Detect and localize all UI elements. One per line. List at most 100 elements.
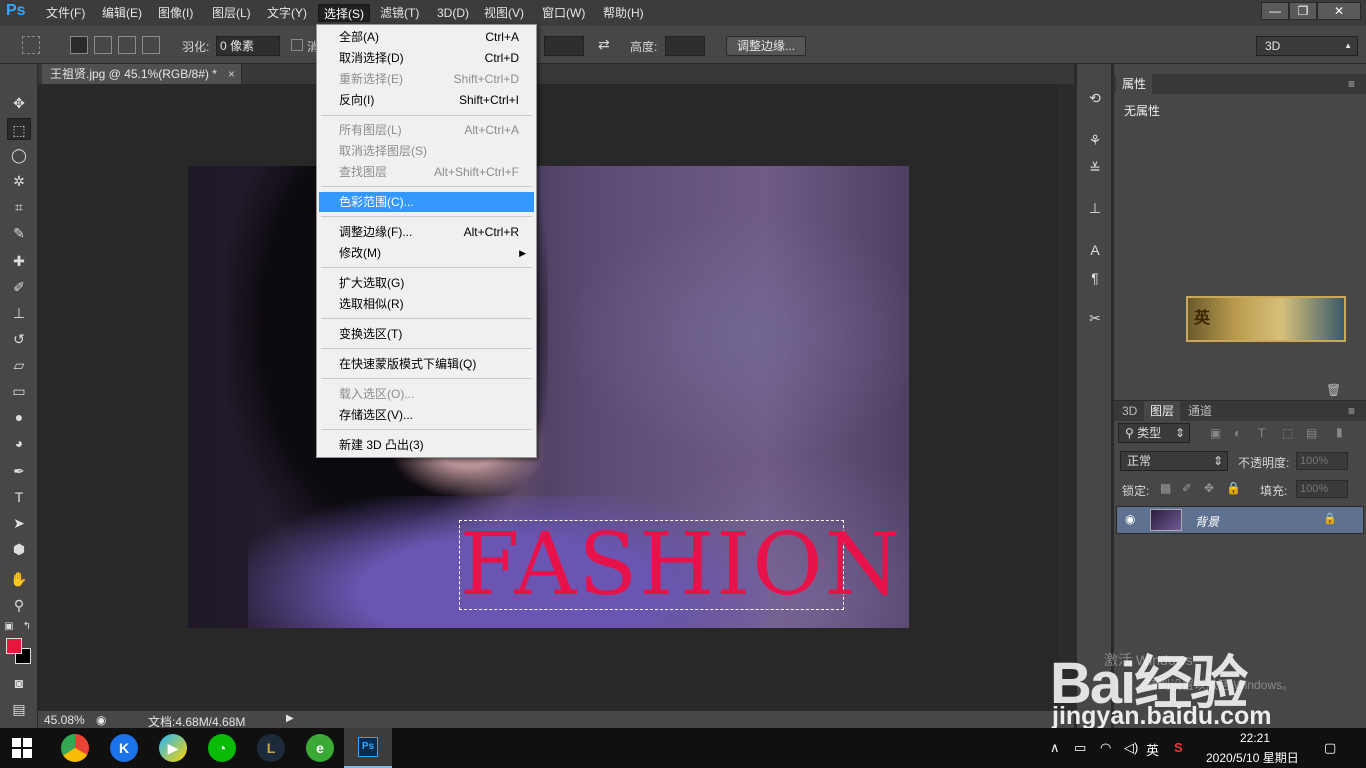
refine-edge-button[interactable]: 调整边缘... — [726, 36, 807, 56]
filter-toggle-icon[interactable]: ▮ — [1336, 425, 1343, 439]
lock-transparency-icon[interactable]: ▩ — [1160, 481, 1171, 495]
menu-item-find-layers[interactable]: 查找图层 Alt+Shift+Ctrl+F — [319, 162, 534, 182]
menu-layer[interactable]: 图层(L) — [207, 4, 256, 22]
menu-item-color-range[interactable]: 色彩范围(C)... — [319, 192, 534, 212]
document-image[interactable]: FASHION — [188, 166, 909, 628]
blend-mode-select[interactable]: 正常 ⇕ — [1120, 451, 1228, 471]
status-menu-arrow-icon[interactable]: ▶ — [286, 713, 294, 724]
layer-name[interactable]: 背景 — [1195, 513, 1219, 530]
filter-type-icon[interactable]: T — [1258, 426, 1265, 440]
quick-mask-icon[interactable]: ◙ — [7, 672, 31, 694]
move-tool-icon[interactable]: ✥ — [7, 92, 31, 114]
tab-3d[interactable]: 3D — [1116, 401, 1143, 421]
type-tool-icon[interactable]: T — [7, 486, 31, 508]
browser-icon[interactable]: e — [306, 734, 334, 762]
zoom-level[interactable]: 45.08% — [44, 713, 85, 727]
document-tab[interactable]: 王祖贤.jpg @ 45.1%(RGB/8#) * × — [42, 64, 242, 84]
tab-channels[interactable]: 通道 — [1182, 401, 1218, 421]
menu-item-modify[interactable]: 修改(M) ▶ — [319, 243, 534, 263]
windows-start-icon[interactable] — [12, 738, 32, 758]
feather-input[interactable]: 0 像素 — [216, 36, 280, 56]
clone-stamp-tool-icon[interactable]: ⊥ — [7, 302, 31, 324]
taskbar-photoshop[interactable]: Ps — [344, 728, 392, 768]
menu-item-deselect-layers[interactable]: 取消选择图层(S) — [319, 141, 534, 161]
filter-shape-icon[interactable]: ⬚ — [1282, 426, 1293, 440]
menu-item-quick-mask[interactable]: 在快速蒙版模式下编辑(Q) — [319, 354, 534, 374]
subtract-selection-icon[interactable] — [118, 36, 136, 54]
menu-image[interactable]: 图像(I) — [153, 4, 198, 22]
layer-row[interactable]: ◉ 背景 🔒 — [1116, 506, 1364, 534]
menu-edit[interactable]: 编辑(E) — [97, 4, 147, 22]
pen-tool-icon[interactable]: ✒ — [7, 460, 31, 482]
clock-date[interactable]: 2020/5/10 星期日 — [1206, 749, 1299, 766]
healing-brush-tool-icon[interactable]: ✚ — [7, 250, 31, 272]
trash-icon[interactable]: 🗑 — [1320, 380, 1347, 400]
filter-pixel-icon[interactable]: ▣ — [1210, 426, 1221, 440]
battery-icon[interactable]: ▭ — [1074, 740, 1086, 756]
zoom-tool-icon[interactable]: ⚲ — [7, 594, 31, 616]
close-button[interactable]: ✕ — [1317, 2, 1361, 20]
brush-settings-icon[interactable]: ≚ — [1085, 158, 1105, 178]
menu-item-save-selection[interactable]: 存储选区(V)... — [319, 405, 534, 425]
shape-tool-icon[interactable]: ⬢ — [7, 538, 31, 560]
menu-item-grow[interactable]: 扩大选取(G) — [319, 273, 534, 293]
canvas-area[interactable]: FASHION — [38, 84, 1058, 710]
menu-item-new-3d-extrusion[interactable]: 新建 3D 凸出(3) — [319, 435, 534, 455]
path-selection-tool-icon[interactable]: ➤ — [7, 512, 31, 534]
restore-button[interactable]: ❐ — [1289, 2, 1317, 20]
menu-item-all[interactable]: 全部(A) Ctrl+A — [319, 27, 534, 47]
menu-item-similar[interactable]: 选取相似(R) — [319, 294, 534, 314]
marquee-tool-icon[interactable]: ⬚ — [7, 118, 31, 140]
menu-type[interactable]: 文字(Y) — [262, 4, 312, 22]
history-brush-tool-icon[interactable]: ↺ — [7, 328, 31, 350]
eraser-tool-icon[interactable]: ▱ — [7, 354, 31, 376]
menu-item-refine-edge[interactable]: 调整边缘(F)... Alt+Ctrl+R — [319, 222, 534, 242]
lasso-tool-icon[interactable]: ◯ — [7, 144, 31, 166]
eyedropper-tool-icon[interactable]: ✎ — [7, 222, 31, 244]
tab-layers[interactable]: 图层 — [1144, 401, 1181, 421]
history-icon[interactable]: ⟲ — [1085, 88, 1105, 108]
screen-mode-icon[interactable]: ▤ — [7, 698, 31, 720]
panel-menu-icon[interactable]: ≡ — [1342, 74, 1361, 94]
close-tab-icon[interactable]: × — [228, 64, 235, 84]
wifi-icon[interactable]: ◠ — [1100, 740, 1111, 756]
character-icon[interactable]: A — [1085, 240, 1105, 260]
default-colors-icon[interactable]: ▣ — [2, 616, 16, 638]
fill-input[interactable]: 100% — [1296, 480, 1348, 498]
tool-presets-icon[interactable]: ✂ — [1085, 308, 1105, 328]
tab-properties[interactable]: 属性 — [1116, 74, 1153, 94]
menu-item-reselect[interactable]: 重新选择(E) Shift+Ctrl+D — [319, 69, 534, 89]
clock-time[interactable]: 22:21 — [1240, 731, 1270, 745]
swap-colors-icon[interactable]: ↰ — [20, 616, 34, 638]
filter-adjustment-icon[interactable]: ◐ — [1234, 426, 1241, 440]
opacity-input[interactable]: 100% — [1296, 452, 1348, 470]
lock-all-icon[interactable]: 🔒 — [1226, 481, 1241, 495]
menu-item-deselect[interactable]: 取消选择(D) Ctrl+D — [319, 48, 534, 68]
swap-dimensions-icon[interactable]: ⇄ — [598, 36, 610, 53]
league-icon[interactable]: L — [257, 734, 285, 762]
menu-item-transform-selection[interactable]: 变换选区(T) — [319, 324, 534, 344]
clone-source-icon[interactable]: ⊥ — [1085, 198, 1105, 218]
workspace-select[interactable]: 3D ▲ — [1256, 36, 1358, 56]
menu-file[interactable]: 文件(F) — [41, 4, 90, 22]
antialias-checkbox[interactable] — [291, 39, 303, 51]
minimize-button[interactable]: — — [1261, 2, 1289, 20]
video-player-icon[interactable]: ▶ — [159, 734, 187, 762]
lock-position-icon[interactable]: ✥ — [1204, 481, 1214, 495]
menu-view[interactable]: 视图(V) — [479, 4, 529, 22]
chrome-icon[interactable] — [61, 734, 89, 762]
marquee-tool-preset-icon[interactable] — [22, 36, 40, 54]
visibility-eye-icon[interactable]: ◉ — [1125, 512, 1135, 526]
lock-pixels-icon[interactable]: ✐ — [1182, 481, 1192, 495]
panel-menu-icon[interactable]: ≡ — [1342, 401, 1361, 421]
gradient-tool-icon[interactable]: ▭ — [7, 380, 31, 402]
kugou-icon[interactable]: K — [110, 734, 138, 762]
filter-kind-select[interactable]: ⚲ 类型 ⇕ — [1118, 423, 1190, 443]
menu-window[interactable]: 窗口(W) — [537, 4, 590, 22]
volume-icon[interactable]: ◁) — [1124, 740, 1138, 756]
foreground-color-swatch[interactable] — [6, 638, 22, 654]
sogou-icon[interactable]: S — [1174, 740, 1183, 755]
crop-tool-icon[interactable]: ⌗ — [7, 196, 31, 218]
wechat-icon[interactable]: ◔ — [208, 734, 236, 762]
paragraph-icon[interactable]: ¶ — [1085, 268, 1105, 288]
